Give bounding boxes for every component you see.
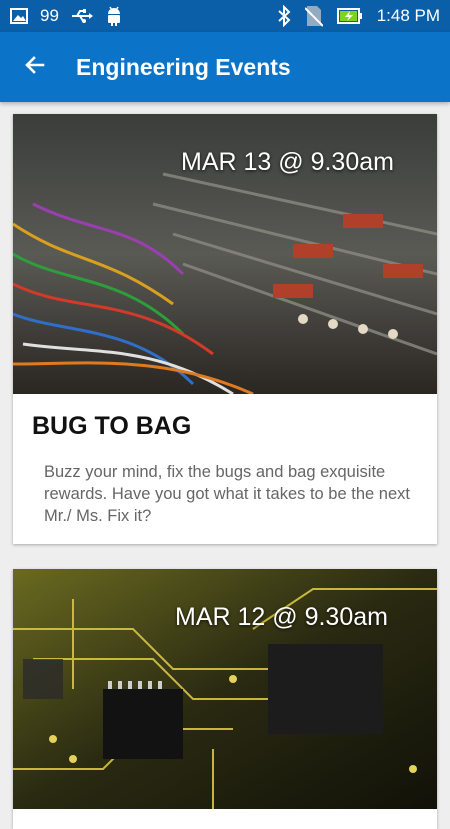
event-card[interactable]: MAR 12 @ 9.30am xyxy=(13,569,437,829)
event-image: MAR 13 @ 9.30am xyxy=(13,114,437,394)
event-date: MAR 12 @ 9.30am xyxy=(175,603,388,631)
android-icon xyxy=(105,6,123,26)
no-sim-icon xyxy=(304,5,323,27)
back-button[interactable] xyxy=(0,32,70,102)
event-date: MAR 13 @ 9.30am xyxy=(181,148,394,176)
app-bar: Engineering Events xyxy=(0,32,450,102)
event-description: Buzz your mind, fix the bugs and bag exq… xyxy=(44,463,410,525)
image-icon xyxy=(10,8,28,24)
usb-icon xyxy=(71,9,93,23)
event-title: BUG TO BAG xyxy=(32,412,192,440)
bluetooth-icon xyxy=(277,5,291,27)
status-time: 1:48 PM xyxy=(376,6,440,25)
event-card[interactable]: MAR 13 @ 9.30am BUG TO BAG Buzz your min… xyxy=(13,114,437,544)
notification-count: 99 xyxy=(40,6,59,25)
status-bar: 99 1:48 PM xyxy=(0,0,450,32)
event-image: MAR 12 @ 9.30am xyxy=(13,569,437,809)
arrow-left-icon xyxy=(23,53,47,82)
page-title: Engineering Events xyxy=(76,53,291,80)
battery-charging-icon xyxy=(336,7,363,25)
